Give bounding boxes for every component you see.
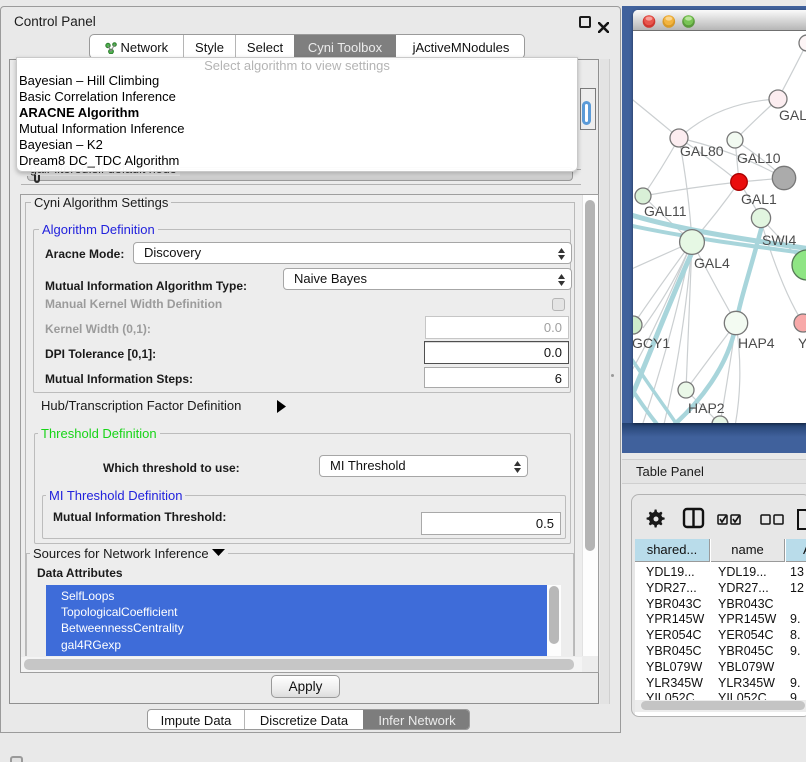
svg-text:GAL4: GAL4: [694, 255, 730, 271]
svg-text:GAL11: GAL11: [644, 203, 687, 219]
svg-text:GAL1: GAL1: [741, 191, 777, 207]
svg-text:SWI4: SWI4: [762, 232, 796, 248]
svg-text:HAP2: HAP2: [688, 400, 725, 416]
svg-text:GCY1: GCY1: [633, 335, 670, 351]
svg-text:GAL10: GAL10: [737, 150, 781, 166]
svg-text:HAP4: HAP4: [738, 335, 775, 351]
svg-text:GAL: GAL: [779, 107, 806, 123]
svg-text:GAL80: GAL80: [680, 143, 724, 159]
svg-text:Y: Y: [798, 335, 806, 351]
